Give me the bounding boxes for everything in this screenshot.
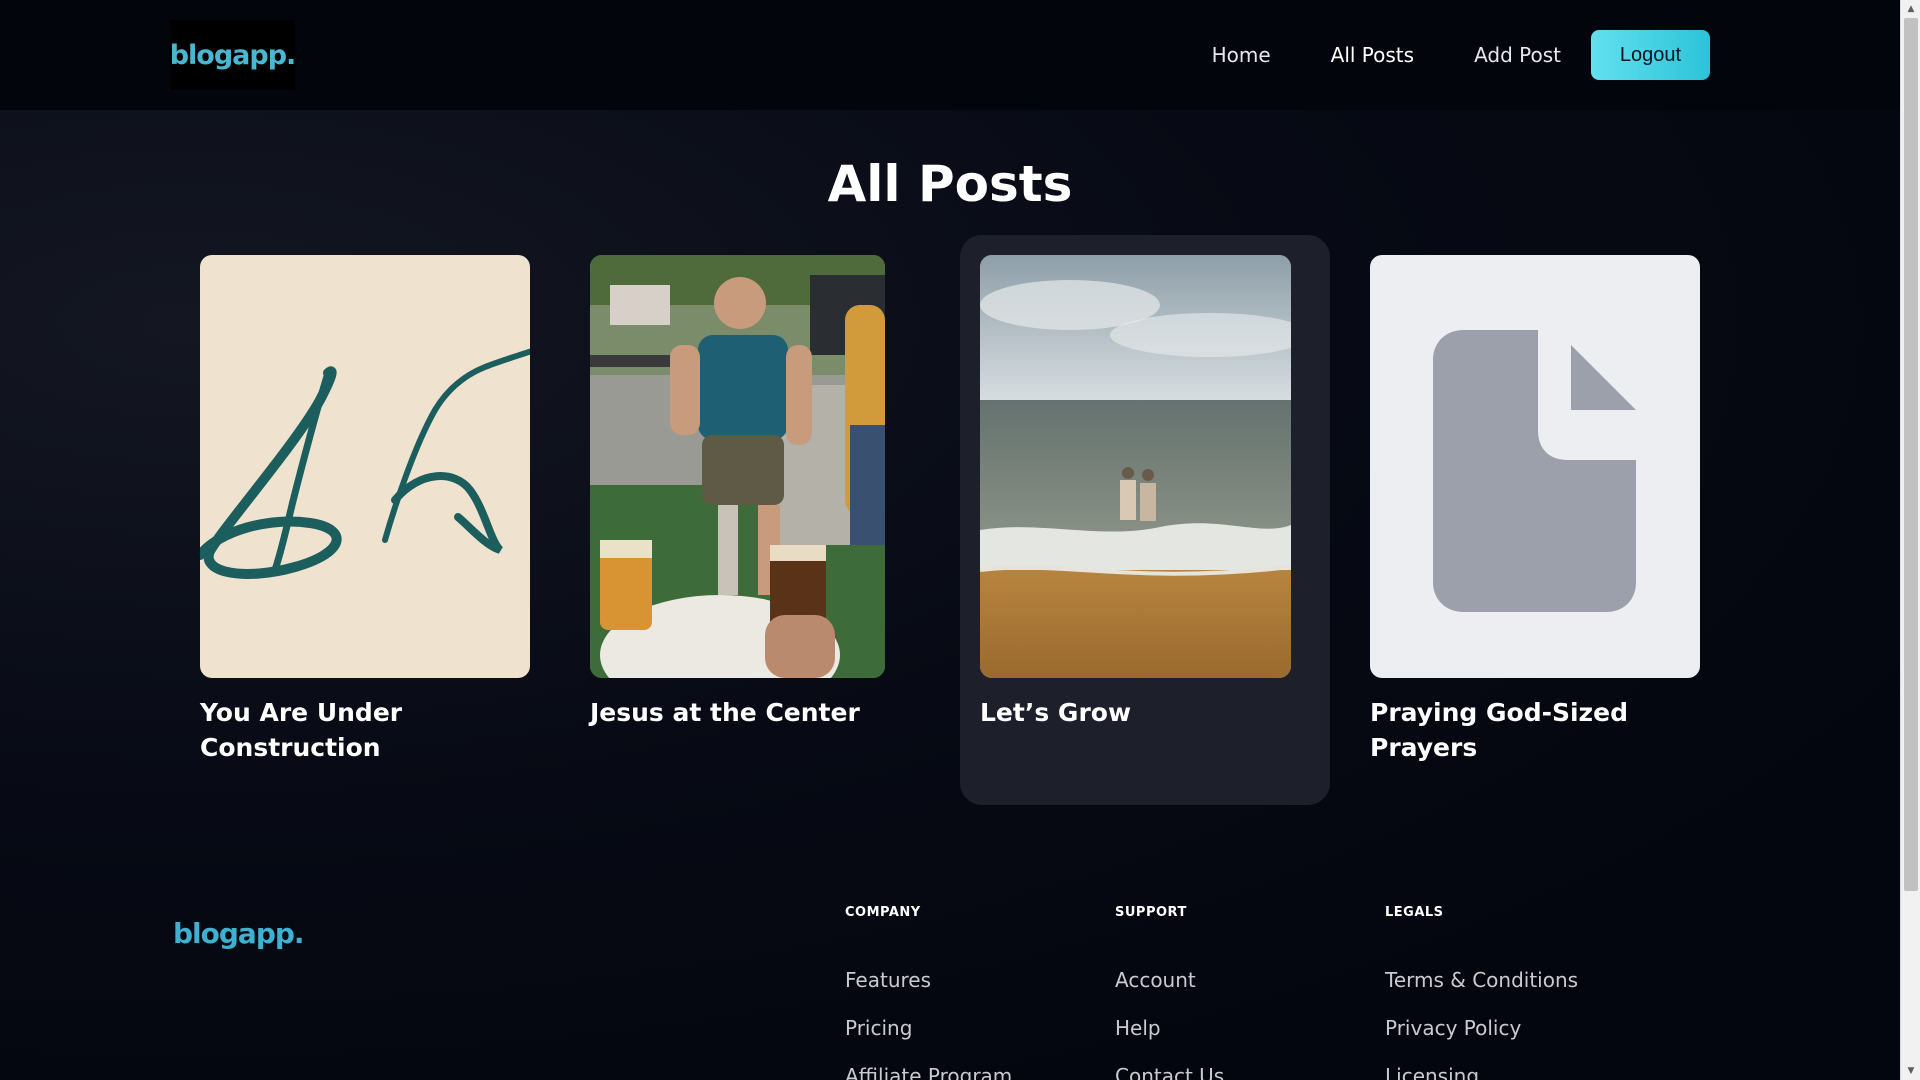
nav-add-post[interactable]: Add Post (1474, 43, 1561, 67)
scrollbar-thumb[interactable] (1904, 18, 1918, 891)
scroll-down-arrow-icon[interactable]: ▼ (1901, 1062, 1920, 1080)
footer-link-account[interactable]: Account (1115, 968, 1224, 992)
nav-all-posts[interactable]: All Posts (1331, 43, 1414, 67)
post-title-line1: Praying God-Sized (1370, 698, 1628, 727)
header: blogapp. Home All Posts Add Post Logout (0, 0, 1900, 110)
post-title: Jesus at the Center (590, 695, 930, 730)
letter-k-monogram-image (200, 255, 530, 678)
post-title-line2: Prayers (1370, 733, 1478, 762)
footer-logo[interactable]: blogapp. (173, 917, 305, 950)
footer-column-company: COMPANY Features Pricing Affiliate Progr… (845, 905, 1012, 1080)
document-placeholder-image (1370, 255, 1700, 678)
post-title-line1: Jesus at the Center (590, 698, 860, 727)
footer-link-pricing[interactable]: Pricing (845, 1016, 1012, 1040)
footer-heading: COMPANY (845, 905, 921, 920)
footer-link-privacy[interactable]: Privacy Policy (1385, 1016, 1578, 1040)
document-icon (1433, 330, 1636, 612)
header-logo[interactable]: blogapp. (169, 20, 297, 90)
monogram-graphic (200, 348, 530, 579)
page-title: All Posts (827, 155, 1073, 213)
post-card-3[interactable]: Let’s Grow (960, 235, 1330, 805)
main-nav: Home All Posts Add Post Logout (1152, 30, 1710, 80)
nav-home[interactable]: Home (1212, 43, 1271, 67)
footer-heading: LEGALS (1385, 905, 1444, 920)
page: blogapp. Home All Posts Add Post Logout … (0, 0, 1920, 1080)
post-title: Praying God-Sized Prayers (1370, 695, 1710, 765)
footer-column-legals: LEGALS Terms & Conditions Privacy Policy… (1385, 905, 1578, 1080)
footer-link-affiliate[interactable]: Affiliate Program (845, 1064, 1012, 1080)
post-title: Let’s Grow (980, 695, 1320, 730)
logout-button[interactable]: Logout (1591, 30, 1710, 80)
logo-text: blogapp. (169, 39, 297, 71)
footer-link-licensing[interactable]: Licensing (1385, 1064, 1578, 1080)
vertical-scrollbar[interactable]: ▲ ▼ (1900, 0, 1920, 1080)
footer-link-help[interactable]: Help (1115, 1016, 1224, 1040)
footer-link-contact[interactable]: Contact Us (1115, 1064, 1224, 1080)
man-with-prosthetic-leg-photo (590, 255, 885, 678)
footer-heading: SUPPORT (1115, 905, 1187, 920)
scroll-up-arrow-icon[interactable]: ▲ (1901, 0, 1920, 18)
photo-illustration (590, 255, 885, 678)
footer-link-terms[interactable]: Terms & Conditions (1385, 968, 1578, 992)
post-title-line1: Let’s Grow (980, 698, 1132, 727)
footer-column-support: SUPPORT Account Help Contact Us (1115, 905, 1224, 1080)
post-title-line2: Construction (200, 733, 381, 762)
post-card-1[interactable]: You Are Under Construction (200, 255, 530, 775)
post-card-2[interactable]: Jesus at the Center (590, 255, 885, 775)
beach-two-people-photo (980, 255, 1291, 678)
post-title-line1: You Are Under (200, 698, 403, 727)
photo-illustration (980, 255, 1291, 678)
post-card-4[interactable]: Praying God-Sized Prayers (1370, 255, 1700, 775)
footer-link-features[interactable]: Features (845, 968, 1012, 992)
post-title: You Are Under Construction (200, 695, 540, 765)
